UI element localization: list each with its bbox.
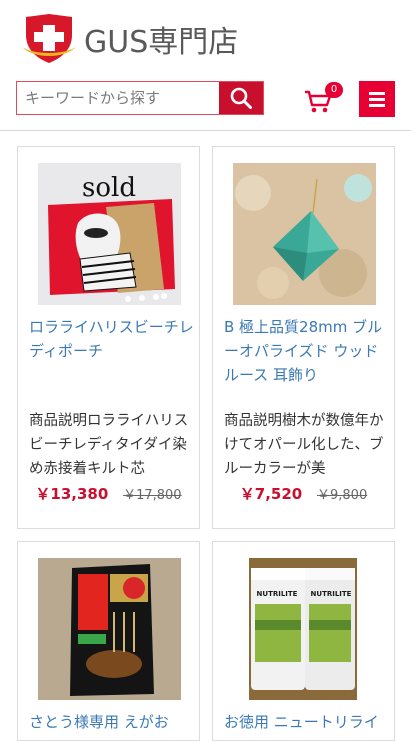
nutrilite-text: NUTRILITE (257, 590, 298, 598)
price-row: ￥13,380 ￥17,800 (18, 483, 199, 504)
search-box (16, 81, 264, 115)
product-image[interactable]: sold (38, 163, 181, 305)
product-title[interactable]: B 極上品質28mm ブルーオパライズド ウッドルース 耳飾り (224, 315, 389, 387)
product-image[interactable] (38, 558, 181, 700)
menu-icon-bar (369, 91, 385, 95)
search-icon (230, 87, 252, 109)
shield-logo-icon (22, 14, 76, 63)
nutrilite-text: NUTRILITE (311, 590, 352, 598)
product-title[interactable]: お徳用 ニュートリライ (224, 710, 389, 734)
product-card[interactable]: NUTRILITE NUTRILITE お徳用 ニュートリライ (212, 541, 395, 741)
pouch-photo: sold (38, 163, 181, 305)
protein-tubs-photo: NUTRILITE NUTRILITE (249, 558, 357, 700)
earring-photo (233, 163, 376, 305)
product-description: 商品説明樹木が数億年かけてオパール化した、ブルーカラーが美 (224, 413, 384, 477)
sale-price: ￥7,520 (239, 485, 303, 503)
menu-icon-bar (369, 103, 385, 107)
product-image[interactable]: NUTRILITE NUTRILITE (249, 558, 357, 700)
brand-name: GUS専門店 (84, 25, 239, 60)
supplement-package-photo (38, 558, 181, 700)
search-input[interactable] (17, 82, 219, 114)
menu-icon-bar (369, 97, 385, 101)
header: GUS専門店 0 (0, 0, 411, 131)
menu-button[interactable] (359, 81, 395, 117)
product-image[interactable] (233, 163, 376, 305)
original-price: ￥17,800 (123, 488, 182, 503)
search-button[interactable] (219, 82, 263, 114)
product-card[interactable]: sold ロラライハリスビーチレディポーチ 商品説明ロラライハリスビーチレディタ… (17, 146, 200, 529)
product-description: 商品説明ロラライハリスビーチレディタイダイ染め赤接着キルト芯 (29, 413, 189, 477)
brand-logo[interactable]: GUS専門店 (20, 13, 238, 65)
sale-price: ￥13,380 (35, 485, 109, 503)
product-title[interactable]: さとう様専用 えがお (29, 710, 194, 734)
product-card[interactable]: B 極上品質28mm ブルーオパライズド ウッドルース 耳飾り 商品説明樹木が数… (212, 146, 395, 529)
sold-text: sold (82, 173, 136, 203)
cart-count-badge: 0 (325, 82, 343, 98)
cart-button[interactable]: 0 (303, 82, 343, 116)
original-price: ￥9,800 (317, 488, 368, 503)
product-title[interactable]: ロラライハリスビーチレディポーチ (29, 315, 194, 363)
price-row: ￥7,520 ￥9,800 (213, 483, 394, 504)
product-card[interactable]: さとう様専用 えがお (17, 541, 200, 741)
